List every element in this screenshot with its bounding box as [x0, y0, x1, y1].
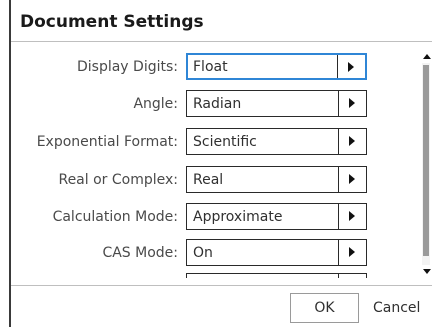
setting-value: Scientific [193, 134, 257, 150]
dropdown-arrow-button[interactable] [338, 129, 366, 154]
display-digits-dropdown[interactable]: Float [186, 53, 367, 80]
setting-value: Approximate [193, 209, 283, 225]
settings-list[interactable]: Display Digits: Float Angle: Radian Expo… [11, 42, 421, 278]
scroll-down-arrow-icon[interactable] [423, 269, 431, 274]
setting-label: Display Digits: [76, 59, 178, 75]
dropdown-arrow-button[interactable] [338, 240, 366, 265]
setting-row-calculation-mode: Calculation Mode: Approximate [11, 203, 421, 232]
cancel-button[interactable]: Cancel [368, 293, 432, 323]
setting-label: Exponential Format: [36, 134, 178, 150]
dropdown-arrow-button[interactable] [338, 167, 366, 192]
cas-mode-dropdown[interactable]: On [186, 239, 367, 266]
exponential-format-dropdown[interactable]: Scientific [186, 128, 367, 155]
scroll-up-arrow-icon[interactable] [423, 54, 431, 59]
dropdown-arrow-button[interactable] [338, 204, 366, 229]
setting-label: Calculation Mode: [52, 209, 178, 225]
setting-row-real-or-complex: Real or Complex: Real [11, 166, 421, 195]
dropdown-arrow-button[interactable] [338, 91, 366, 116]
scroll-thumb[interactable] [423, 65, 429, 256]
setting-value: Real [193, 172, 224, 188]
footer-divider [11, 285, 432, 286]
setting-row-cas-mode: CAS Mode: On [11, 239, 421, 268]
real-or-complex-dropdown[interactable]: Real [186, 166, 367, 193]
setting-row-exponential-format: Exponential Format: Scientific [11, 128, 421, 157]
chevron-right-icon [349, 174, 355, 184]
setting-label: CAS Mode: [102, 245, 178, 261]
angle-dropdown[interactable]: Radian [186, 90, 367, 117]
chevron-right-icon [349, 136, 355, 146]
partially-visible-dropdown[interactable] [186, 273, 367, 278]
chevron-right-icon [348, 62, 354, 72]
chevron-right-icon [349, 211, 355, 221]
chevron-right-icon [349, 98, 355, 108]
setting-value: Float [193, 59, 228, 75]
setting-row-display-digits: Display Digits: Float [11, 53, 421, 82]
dialog-title: Document Settings [20, 12, 204, 32]
setting-row-partial [11, 273, 421, 278]
setting-row-angle: Angle: Radian [11, 90, 421, 119]
chevron-right-icon [349, 247, 355, 257]
setting-value: On [193, 245, 213, 261]
setting-label: Real or Complex: [58, 172, 178, 188]
settings-scrollbar[interactable] [420, 50, 432, 278]
setting-label: Angle: [133, 96, 178, 112]
setting-value: Radian [193, 96, 242, 112]
document-settings-dialog: Document Settings Display Digits: Float … [0, 0, 432, 327]
dropdown-arrow-button[interactable] [338, 274, 366, 278]
dropdown-arrow-button[interactable] [337, 55, 365, 78]
calculation-mode-dropdown[interactable]: Approximate [186, 203, 367, 230]
ok-button[interactable]: OK [290, 293, 359, 323]
